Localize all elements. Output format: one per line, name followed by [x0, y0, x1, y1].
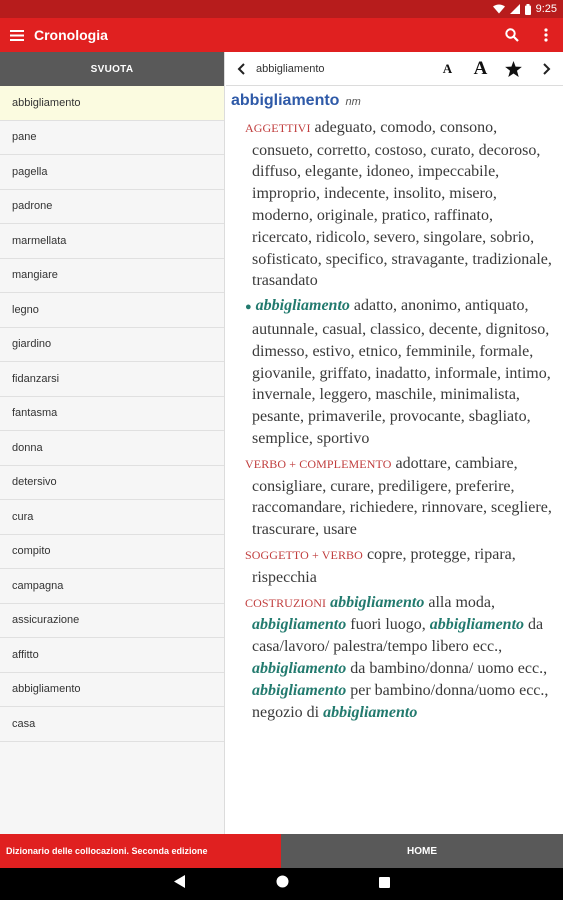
- collocation-text: adatto, anonimo, antiquato, autunnale, c…: [252, 297, 551, 447]
- status-bar: 9:25: [0, 0, 563, 18]
- history-item[interactable]: giardino: [0, 328, 224, 362]
- keyword-highlight: abbigliamento: [323, 703, 418, 721]
- entry-section: ● abbigliamento adatto, anonimo, antiqua…: [231, 295, 555, 450]
- entry-section: VERBO + COMPLEMENTO adottare, cambiare, …: [231, 453, 555, 541]
- collocation-text: da bambino/donna/ uomo ecc.,: [346, 659, 548, 677]
- status-time: 9:25: [535, 3, 557, 15]
- more-options-icon[interactable]: [529, 18, 563, 52]
- section-label: COSTRUZIONI: [245, 595, 327, 610]
- history-list: abbigliamento pane pagella padrone marmellat…: [0, 86, 224, 742]
- history-item[interactable]: fidanzarsi: [0, 362, 224, 397]
- entry-toolbar: abbigliamento A A: [226, 52, 563, 86]
- font-increase-button[interactable]: A: [464, 58, 497, 80]
- entry-header: abbigliamento nm: [231, 90, 555, 114]
- forward-icon[interactable]: [530, 62, 563, 75]
- battery-icon: [524, 3, 531, 15]
- keyword-highlight: abbigliamento: [252, 616, 347, 634]
- history-item[interactable]: marmellata: [0, 224, 224, 259]
- history-item[interactable]: affitto: [0, 638, 224, 673]
- history-item[interactable]: fantasma: [0, 397, 224, 431]
- section-label: VERBO + COMPLEMENTO: [245, 456, 392, 471]
- app-title: Cronologia: [34, 27, 108, 43]
- history-item[interactable]: abbigliamento: [0, 673, 224, 707]
- history-item[interactable]: pane: [0, 121, 224, 155]
- entry-headword: abbigliamento: [231, 92, 340, 109]
- entry-section: COSTRUZIONI abbigliamento alla moda, abb…: [231, 592, 555, 724]
- collocation-text: adeguato, comodo, consono, consueto, cor…: [252, 118, 552, 290]
- nav-home-icon[interactable]: [276, 875, 289, 893]
- keyword-highlight: abbigliamento: [252, 681, 347, 699]
- section-label: AGGETTIVI: [245, 120, 311, 135]
- keyword-highlight: abbigliamento: [252, 659, 347, 677]
- nav-back-icon[interactable]: [173, 875, 186, 893]
- dictionary-entry: abbigliamento nm AGGETTIVI adeguato, com…: [226, 86, 563, 723]
- entry-sections: AGGETTIVI adeguato, comodo, consono, con…: [231, 117, 555, 724]
- wifi-icon: [492, 4, 505, 14]
- nav-recents-icon[interactable]: [378, 875, 390, 893]
- collocation-text: fuori luogo,: [346, 616, 430, 634]
- keyword-highlight: abbigliamento: [330, 593, 425, 611]
- bullet-icon: ●: [245, 301, 252, 314]
- history-item[interactable]: cura: [0, 500, 224, 535]
- app-bar: Cronologia: [0, 18, 563, 52]
- history-item[interactable]: padrone: [0, 190, 224, 224]
- back-icon[interactable]: [226, 62, 256, 75]
- font-decrease-button[interactable]: A: [431, 61, 464, 77]
- entry-section: SOGGETTO + VERBO copre, protegge, ripara…: [231, 544, 555, 589]
- signal-icon: [509, 4, 520, 14]
- entry-panel: abbigliamento A A abbigliamento nm AGGET…: [226, 52, 563, 834]
- history-item[interactable]: pagella: [0, 155, 224, 190]
- section-label: SOGGETTO + VERBO: [245, 547, 363, 562]
- history-item[interactable]: legno: [0, 293, 224, 328]
- history-item[interactable]: mangiare: [0, 259, 224, 293]
- keyword-highlight: abbigliamento: [255, 297, 350, 315]
- menu-icon[interactable]: [0, 18, 34, 52]
- history-item[interactable]: casa: [0, 707, 224, 742]
- part-of-speech: nm: [345, 96, 361, 108]
- history-item[interactable]: campagna: [0, 569, 224, 604]
- home-tab[interactable]: HOME: [281, 834, 563, 868]
- dictionary-title-tab[interactable]: Dizionario delle collocazioni. Seconda e…: [0, 834, 281, 868]
- history-panel: SVUOTA abbigliamento pane pagella padrone ma…: [0, 52, 225, 834]
- history-item[interactable]: compito: [0, 535, 224, 569]
- star-icon[interactable]: [497, 60, 530, 77]
- clear-history-button[interactable]: SVUOTA: [0, 52, 224, 86]
- system-nav-bar: [0, 868, 563, 900]
- history-item[interactable]: abbigliamento: [0, 86, 224, 121]
- collocation-text: alla moda,: [424, 593, 495, 611]
- history-item[interactable]: donna: [0, 431, 224, 466]
- breadcrumb: abbigliamento: [256, 62, 325, 75]
- keyword-highlight: abbigliamento: [429, 616, 525, 634]
- bottom-bar: Dizionario delle collocazioni. Seconda e…: [0, 834, 563, 868]
- search-icon[interactable]: [495, 18, 529, 52]
- history-item[interactable]: assicurazione: [0, 604, 224, 638]
- entry-section: AGGETTIVI adeguato, comodo, consono, con…: [231, 117, 555, 292]
- history-item[interactable]: detersivo: [0, 466, 224, 500]
